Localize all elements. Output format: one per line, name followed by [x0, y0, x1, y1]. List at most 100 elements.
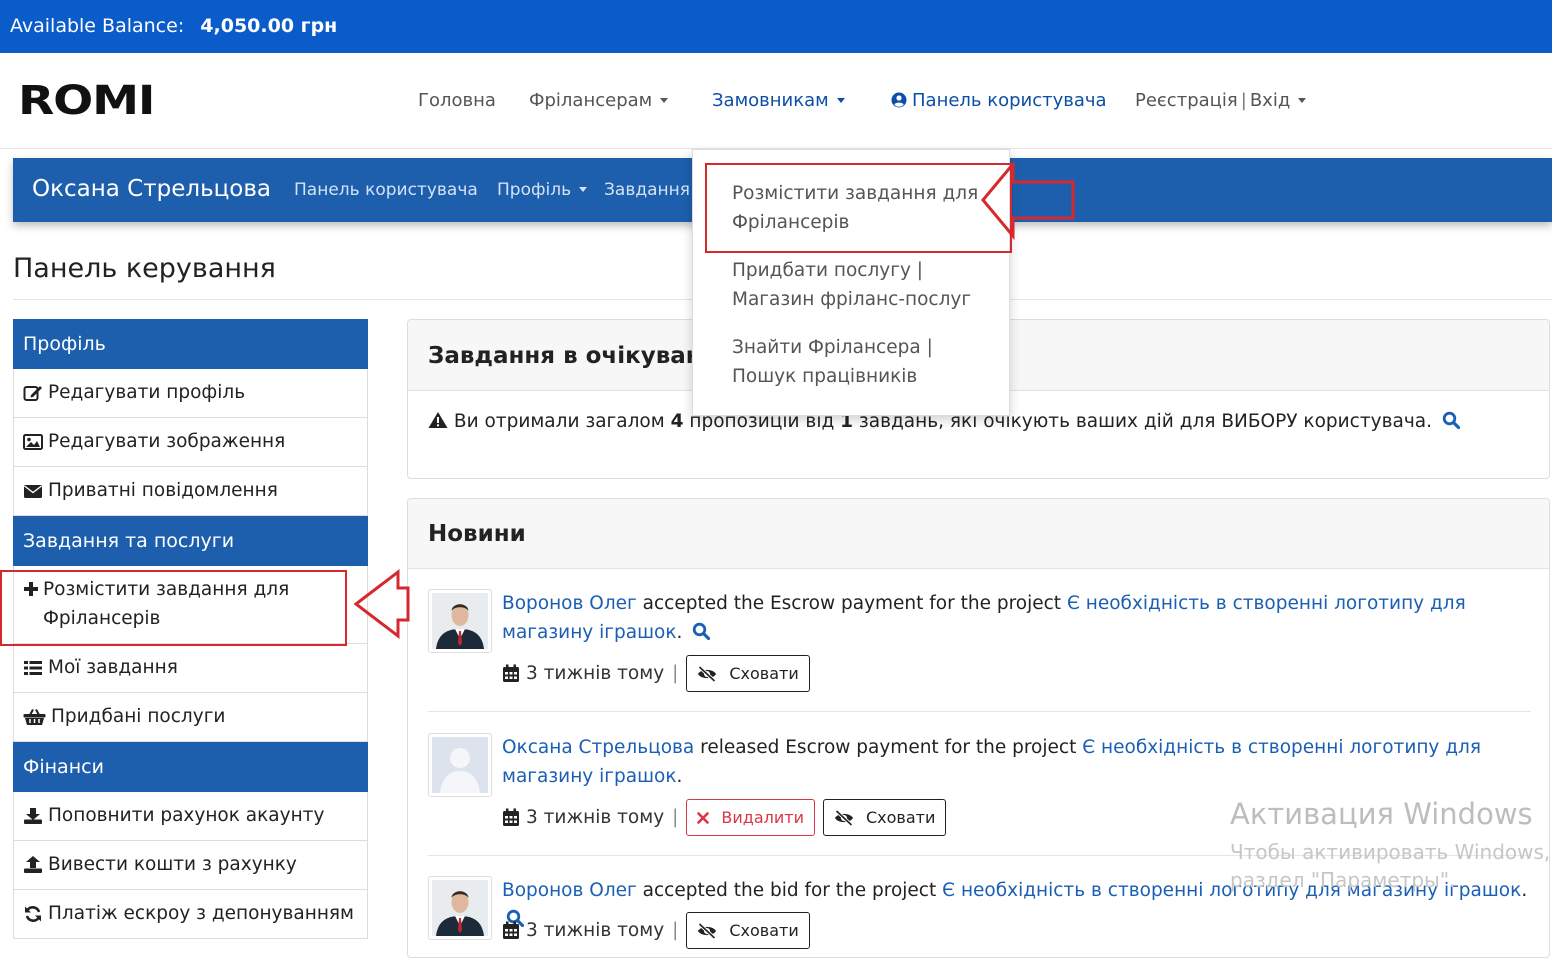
sidebar-item-label: Приватні повідомлення — [48, 480, 278, 501]
pending-offers-count: 4 — [670, 411, 684, 432]
nav-freelancers-dropdown[interactable]: Фрілансерам — [529, 90, 669, 111]
hide-button-label: Сховати — [729, 664, 799, 683]
nav-clients-dropdown[interactable]: Замовникам — [712, 90, 845, 111]
sidebar-item-label: Мої завдання — [48, 657, 178, 678]
calendar-icon — [503, 664, 519, 682]
pending-text-before: Ви отримали загалом — [453, 411, 665, 432]
balance-amount: 4,050.00 грн — [200, 15, 338, 37]
calendar-icon — [503, 921, 519, 939]
sidebar-item-label: Редагувати профіль — [48, 382, 246, 403]
envelope-icon — [24, 485, 42, 498]
sidebar-item-purchased[interactable]: Придбані послуги — [13, 693, 368, 742]
sidebar-header-tasks: Завдання та послуги — [13, 516, 368, 566]
news-action: accepted the Escrow payment for the proj… — [642, 593, 1062, 614]
nav-user-panel-label: Панель користувача — [912, 90, 1107, 111]
news-user-link[interactable]: Оксана Стрельцова — [502, 737, 694, 758]
nav-user-panel[interactable]: Панель користувача — [891, 90, 1107, 111]
windows-activation-text: Чтобы активировать Windows, п раздел "Па… — [1230, 838, 1552, 894]
sidebar-item-label: Платіж ескроу з депонуванням — [48, 903, 355, 924]
sidebar-item-messages[interactable]: Приватні повідомлення — [13, 467, 368, 516]
caret-down-icon — [660, 97, 669, 103]
image-icon — [23, 434, 43, 450]
user-bar-link-tasks[interactable]: Завдання — [604, 180, 690, 200]
user-bar-name[interactable]: Оксана Стрельцова — [32, 176, 271, 202]
nav-register-login-dropdown[interactable]: Реєстрація | Вхід — [1135, 90, 1307, 111]
sidebar-item-escrow[interactable]: Платіж ескроу з депонуванням — [13, 890, 368, 939]
windows-activation-line1: Чтобы активировать Windows, п — [1230, 840, 1552, 864]
news-meta: 3 тижнів тому | Сховати — [502, 655, 818, 692]
search-icon[interactable] — [1442, 411, 1460, 429]
warning-icon — [428, 412, 448, 428]
sidebar-item-label: Придбані послуги — [51, 706, 226, 727]
highlight-box-sidebar — [0, 570, 347, 646]
sidebar-item-my-tasks[interactable]: Мої завдання — [13, 644, 368, 693]
hide-button[interactable]: Сховати — [686, 912, 810, 949]
nav-home[interactable]: Головна — [418, 90, 496, 111]
hide-button-label: Сховати — [865, 808, 936, 827]
news-user-link[interactable]: Воронов Олег — [502, 593, 637, 614]
news-text: Оксана Стрельцова released Escrow paymen… — [502, 733, 1542, 791]
user-photo-avatar — [432, 593, 488, 649]
user-bar-link-panel[interactable]: Панель користувача — [294, 180, 478, 200]
avatar[interactable] — [428, 876, 492, 940]
edit-icon — [23, 386, 42, 401]
caret-down-icon — [1298, 97, 1307, 103]
meta-separator: | — [672, 807, 679, 828]
nav-freelancers-label: Фрілансерам — [529, 90, 653, 111]
news-end: . — [676, 622, 683, 643]
balance-bar: Available Balance: 4,050.00 грн — [0, 0, 1552, 53]
nav-login-label: Вхід — [1249, 90, 1291, 111]
news-meta: 3 тижнів тому | Сховати — [502, 912, 818, 949]
news-header — [408, 499, 1549, 569]
news-time: 3 тижнів тому — [526, 663, 665, 684]
news-time: 3 тижнів тому — [526, 807, 665, 828]
sidebar-item-edit-profile[interactable]: Редагувати профіль — [13, 369, 368, 418]
windows-activation-line2: раздел "Параметры". — [1230, 868, 1456, 892]
eye-slash-icon — [698, 922, 717, 939]
news-text: Воронов Олег accepted the Escrow payment… — [502, 589, 1542, 647]
hide-button-label: Сховати — [729, 921, 799, 940]
main-nav: ROMI Головна Фрілансерам Замовникам Пане… — [0, 53, 1552, 149]
sidebar-item-topup[interactable]: Поповнити рахунок акаунту — [13, 792, 368, 841]
dropdown-item-find-freelancer[interactable]: Знайти Фрілансера | Пошук працівників — [732, 333, 1002, 391]
dropdown-item-buy-service[interactable]: Придбати послугу | Магазин фріланс-послу… — [732, 256, 1002, 314]
eye-slash-icon — [698, 665, 717, 682]
delete-button-label: Видалити — [721, 808, 804, 827]
annotation-arrow-left-icon — [353, 568, 410, 640]
hide-button[interactable]: Сховати — [686, 655, 810, 692]
list-icon — [24, 661, 42, 675]
caret-down-icon — [836, 97, 845, 103]
page-title: Панель керування — [13, 253, 276, 284]
sidebar-item-label: Поповнити рахунок акаунту — [48, 805, 325, 826]
news-action: released Escrow payment for the project — [700, 737, 1077, 758]
sidebar-item-withdraw[interactable]: Вивести кошти з рахунку — [13, 841, 368, 890]
sidebar-item-label: Редагувати зображення — [48, 431, 286, 452]
sidebar-header-finance: Фінанси — [13, 742, 368, 792]
news-action: accepted the bid for the project — [642, 880, 937, 901]
news-meta: 3 тижнів тому | Видалити Сховати — [502, 799, 954, 836]
news-title: Новини — [428, 521, 526, 547]
avatar[interactable] — [428, 589, 492, 653]
pending-tasks-title: Завдання в очікуванні — [428, 343, 726, 369]
sidebar-header-profile: Профіль — [13, 319, 368, 369]
user-photo-avatar — [432, 880, 488, 936]
sidebar-item-label: Вивести кошти з рахунку — [48, 854, 297, 875]
caret-down-icon — [579, 186, 588, 192]
calendar-icon — [503, 808, 519, 826]
annotation-arrow-left-icon — [981, 162, 1075, 240]
nav-separator: | — [1240, 90, 1247, 111]
site-logo[interactable]: ROMI — [18, 81, 155, 121]
windows-activation-title: Активация Windows — [1230, 797, 1533, 831]
sidebar-item-edit-images[interactable]: Редагувати зображення — [13, 418, 368, 467]
avatar[interactable] — [428, 733, 492, 797]
meta-separator: | — [672, 920, 679, 941]
news-end: . — [676, 766, 683, 787]
hide-button[interactable]: Сховати — [822, 799, 947, 836]
close-icon — [697, 811, 710, 824]
search-icon[interactable] — [692, 622, 711, 640]
user-bar-link-profile[interactable]: Профіль — [497, 180, 588, 200]
delete-button[interactable]: Видалити — [686, 799, 815, 836]
upload-icon — [24, 856, 42, 873]
user-bar-profile-label: Профіль — [497, 180, 572, 200]
news-user-link[interactable]: Воронов Олег — [502, 880, 637, 901]
